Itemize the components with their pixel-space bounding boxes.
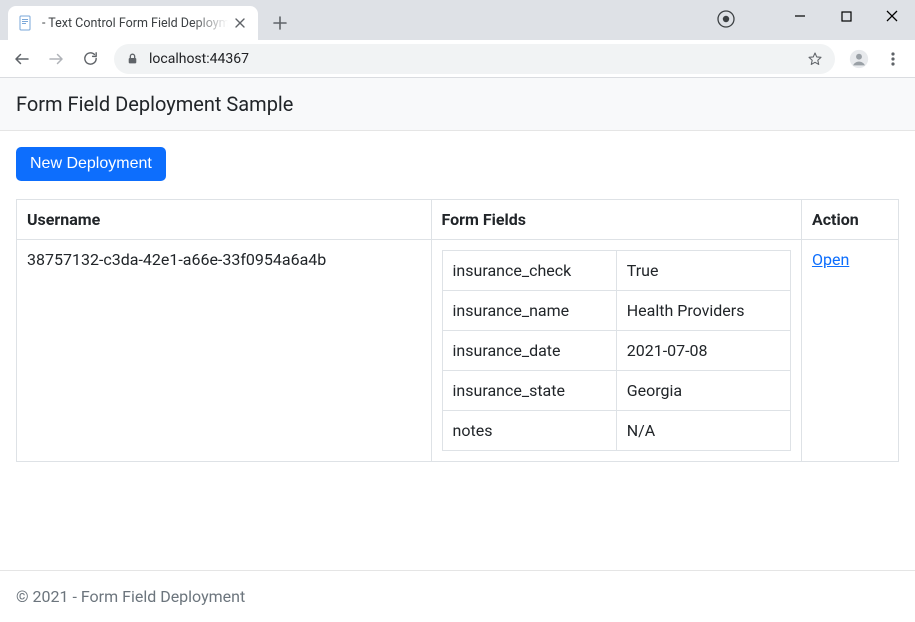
field-row: insurance_state Georgia <box>442 371 790 411</box>
deployments-table: Username Form Fields Action 38757132-c3d… <box>16 199 899 462</box>
tab-close-icon[interactable] <box>232 15 248 31</box>
field-row: insurance_date 2021-07-08 <box>442 331 790 371</box>
nav-reload-button[interactable] <box>74 43 106 75</box>
footer-text: © 2021 - Form Field Deployment <box>16 587 245 606</box>
window-maximize-button[interactable] <box>823 0 869 32</box>
table-header-row: Username Form Fields Action <box>17 200 899 240</box>
field-key: insurance_check <box>442 251 616 291</box>
lock-icon <box>126 52 139 65</box>
field-value: True <box>616 251 790 291</box>
field-row: insurance_name Health Providers <box>442 291 790 331</box>
cell-username: 38757132-c3da-42e1-a66e-33f0954a6a4b <box>17 240 432 462</box>
nav-back-button[interactable] <box>6 43 38 75</box>
menu-button[interactable] <box>877 43 909 75</box>
field-value: Health Providers <box>616 291 790 331</box>
browser-toolbar: localhost:44367 <box>0 40 915 78</box>
open-link[interactable]: Open <box>812 250 849 269</box>
window-minimize-button[interactable] <box>777 0 823 32</box>
cell-action: Open <box>801 240 898 462</box>
field-value: N/A <box>616 411 790 451</box>
field-row: insurance_check True <box>442 251 790 291</box>
tab-title: - Text Control Form Field Deployment <box>42 16 228 31</box>
form-fields-table: insurance_check True insurance_name Heal… <box>442 250 791 451</box>
bookmark-star-icon[interactable] <box>807 51 823 67</box>
window-close-button[interactable] <box>869 0 915 32</box>
field-key: notes <box>442 411 616 451</box>
field-key: insurance_state <box>442 371 616 411</box>
field-value: Georgia <box>616 371 790 411</box>
window-controls <box>777 0 915 32</box>
col-action: Action <box>801 200 898 240</box>
page-footer: © 2021 - Form Field Deployment <box>0 570 915 622</box>
nav-forward-button[interactable] <box>40 43 72 75</box>
field-row: notes N/A <box>442 411 790 451</box>
app-navbar: Form Field Deployment Sample <box>0 78 915 131</box>
address-bar[interactable]: localhost:44367 <box>114 44 835 74</box>
col-form-fields: Form Fields <box>431 200 801 240</box>
cell-form-fields: insurance_check True insurance_name Heal… <box>431 240 801 462</box>
field-key: insurance_date <box>442 331 616 371</box>
field-value: 2021-07-08 <box>616 331 790 371</box>
main-container: New Deployment Username Form Fields Acti… <box>0 131 915 570</box>
col-username: Username <box>17 200 432 240</box>
page-content: Form Field Deployment Sample New Deploym… <box>0 78 915 622</box>
favicon-icon <box>18 15 34 31</box>
new-tab-button[interactable] <box>266 9 294 37</box>
new-deployment-button[interactable]: New Deployment <box>16 147 166 181</box>
browser-tab[interactable]: - Text Control Form Field Deployment <box>8 6 258 40</box>
url-text: localhost:44367 <box>149 51 797 67</box>
page-title: Form Field Deployment Sample <box>16 92 293 116</box>
browser-chrome: - Text Control Form Field Deployment <box>0 0 915 78</box>
account-indicator-icon[interactable] <box>717 10 735 28</box>
table-row: 38757132-c3da-42e1-a66e-33f0954a6a4b ins… <box>17 240 899 462</box>
field-key: insurance_name <box>442 291 616 331</box>
profile-button[interactable] <box>843 43 875 75</box>
